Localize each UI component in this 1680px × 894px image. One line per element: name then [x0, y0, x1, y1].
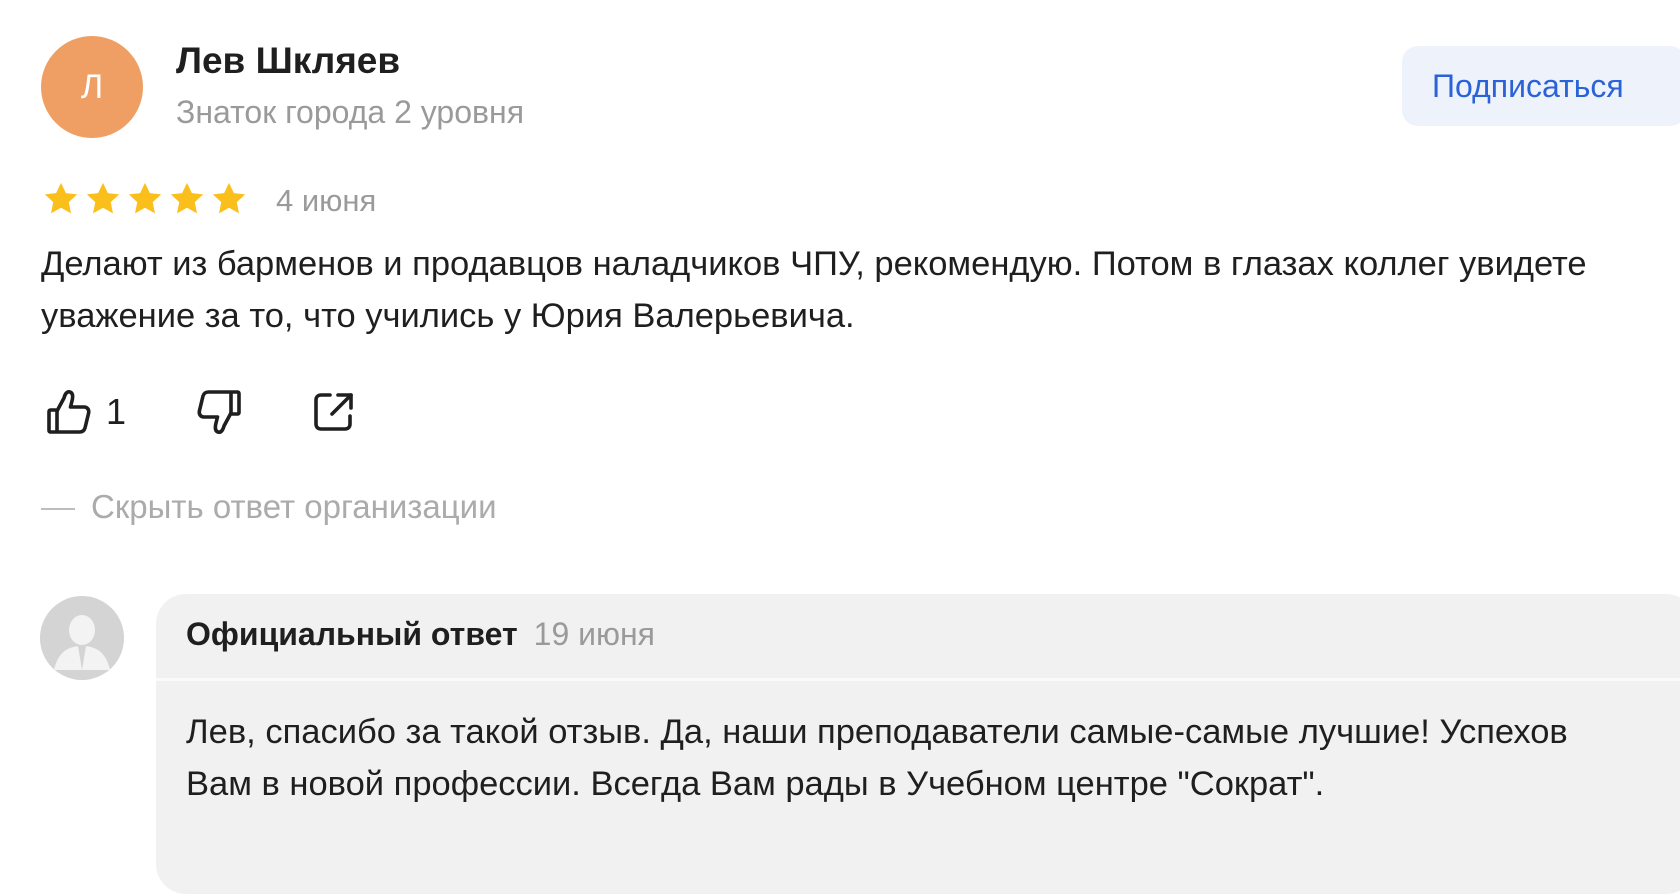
reply-header: Официальный ответ 19 июня: [186, 616, 655, 653]
reply-title: Официальный ответ: [186, 616, 518, 652]
review-date: 4 июня: [276, 183, 377, 218]
review-card: Л Лев Шкляев Знаток города 2 уровня Подп…: [0, 0, 1680, 894]
like-count: 1: [106, 391, 127, 432]
author-level: Знаток города 2 уровня: [176, 94, 525, 130]
reply-divider: [156, 678, 1680, 681]
dislike-button[interactable]: [196, 388, 242, 436]
star-icon: [170, 182, 204, 214]
star-icon: [44, 182, 78, 214]
dash-divider: [41, 508, 75, 511]
author-initial: Л: [80, 67, 104, 106]
thumbs-down-icon: [197, 390, 241, 434]
rating-stars: [42, 180, 248, 218]
hide-reply-label: Скрыть ответ организации: [91, 488, 497, 525]
review-text: Делают из барменов и продавцов наладчико…: [41, 245, 1587, 335]
thumbs-up-icon: [47, 390, 91, 434]
hide-reply-link[interactable]: Скрыть ответ организации: [41, 488, 497, 526]
organization-avatar: [40, 596, 124, 680]
share-button[interactable]: [312, 390, 356, 434]
star-icon: [128, 182, 162, 214]
organization-avatar-icon: [40, 596, 124, 680]
reply-date: 19 июня: [533, 616, 655, 652]
author-avatar[interactable]: Л: [41, 36, 143, 138]
star-icon: [212, 182, 246, 214]
star-icon: [86, 182, 120, 214]
like-button[interactable]: 1: [46, 388, 126, 436]
share-icon: [314, 393, 353, 431]
reply-text: Лев, спасибо за такой отзыв. Да, наши пр…: [186, 713, 1568, 803]
author-name[interactable]: Лев Шкляев: [176, 40, 400, 82]
subscribe-button[interactable]: Подписаться: [1402, 46, 1680, 126]
